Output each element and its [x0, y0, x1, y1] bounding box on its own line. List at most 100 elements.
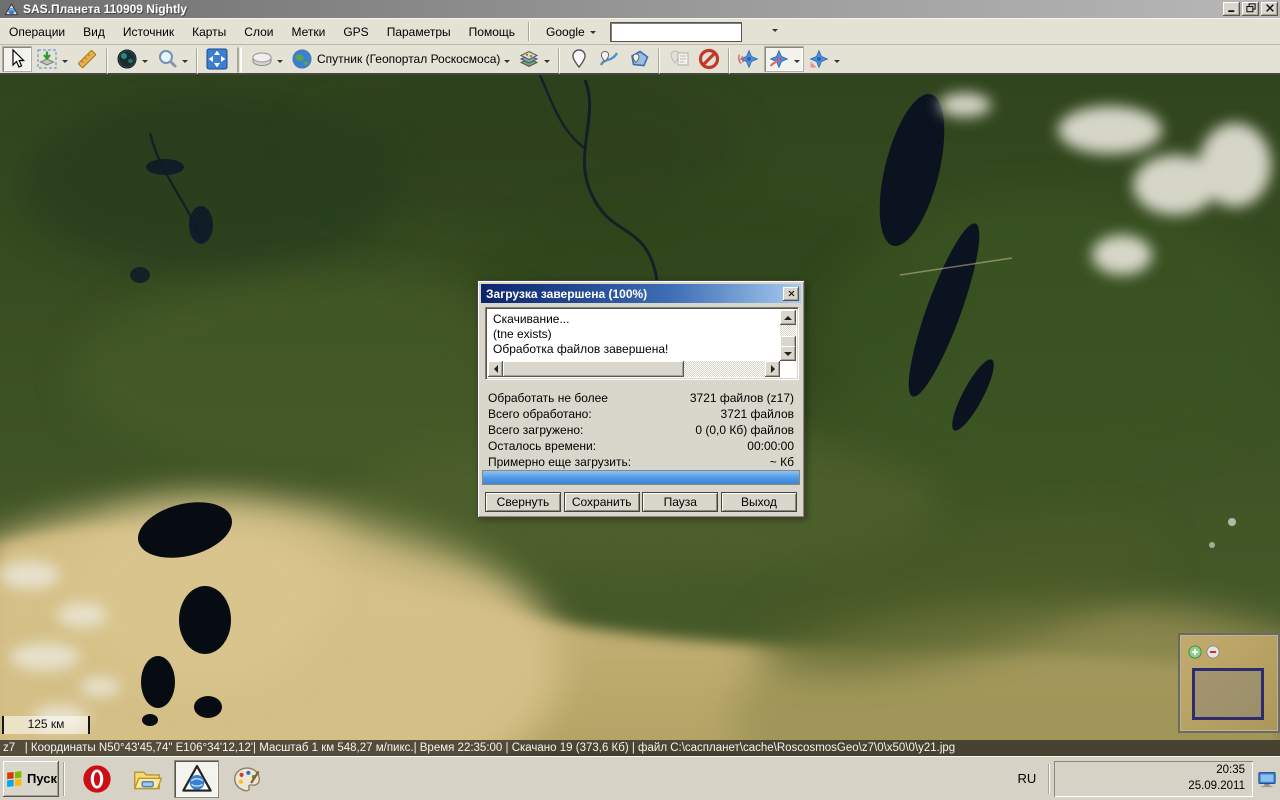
layers-icon [518, 48, 540, 70]
forbidden-button[interactable] [694, 46, 724, 72]
window-titlebar: SAS.Планета 110909 Nightly [0, 0, 1280, 18]
dialog-button[interactable]: Пауза [642, 492, 718, 512]
dialog-button[interactable]: Сохранить [564, 492, 640, 512]
chevron-down-icon [772, 29, 778, 35]
menu-items: ОперацииВидИсточникКартыСлоиМеткиGPSПара… [0, 19, 524, 44]
stat-row: Обработать не более 3721 файлов (z17) [488, 390, 794, 406]
placemark-button[interactable] [564, 46, 594, 72]
gps-track-button[interactable] [764, 46, 804, 72]
ruler-button[interactable] [72, 46, 102, 72]
toolbar-button[interactable] [196, 48, 198, 74]
menu-item[interactable]: Источник [114, 19, 183, 44]
menu-item[interactable]: Помощь [460, 19, 524, 44]
toolbar-button[interactable] [658, 48, 660, 74]
google-label: Google [546, 25, 585, 39]
layers-button[interactable] [514, 46, 554, 72]
start-button[interactable]: Пуск [3, 761, 59, 797]
stat-row: Всего обработано: 3721 файлов [488, 406, 794, 422]
menu-item[interactable]: Карты [183, 19, 235, 44]
minimize-button-icon[interactable] [1223, 2, 1240, 16]
menu-item[interactable]: Метки [282, 19, 334, 44]
download-log[interactable]: Скачивание...(tne exists)Обработка файло… [485, 307, 799, 380]
placemark-list-icon [668, 48, 690, 70]
restore-button[interactable] [1242, 2, 1259, 16]
download-dialog: Загрузка завершена (100%) Скачивание...(… [477, 280, 805, 518]
dark-globe-button[interactable] [112, 46, 152, 72]
app-icon[interactable] [4, 2, 19, 17]
scrollbar-thumb[interactable] [503, 361, 684, 377]
path-icon [598, 48, 620, 70]
dialog-titlebar[interactable]: Загрузка завершена (100%) [481, 284, 801, 303]
gps-signal-button[interactable] [734, 46, 764, 72]
chevron-down-icon [590, 31, 596, 37]
earth-button[interactable]: Спутник (Геопортал Роскосмоса) [287, 46, 514, 72]
tray-flag-button[interactable] [1086, 770, 1103, 787]
horizontal-scrollbar[interactable] [488, 361, 780, 377]
toolbar-button[interactable] [106, 48, 108, 74]
plug-button[interactable] [1110, 770, 1127, 787]
close-icon [1264, 2, 1276, 17]
progress-bar [482, 470, 800, 485]
chevron-up-button[interactable] [1062, 770, 1079, 787]
cursor-icon [6, 48, 28, 70]
folder-button[interactable] [124, 760, 169, 798]
path-button[interactable] [594, 46, 624, 72]
opera-button[interactable] [74, 760, 119, 798]
polygon-button[interactable] [624, 46, 654, 72]
minimap-zoom-in-icon[interactable] [1188, 645, 1202, 659]
show-desktop-icon[interactable] [1257, 769, 1277, 789]
gps-point-button[interactable] [804, 46, 844, 72]
system-tray: 20:35 25.09.2011 [1054, 761, 1253, 797]
minimap-viewport[interactable] [1192, 668, 1264, 720]
log-lines: Скачивание...(tne exists)Обработка файло… [489, 310, 780, 361]
close-button[interactable] [1261, 2, 1278, 16]
minimap-zoom-out-icon[interactable] [1206, 645, 1220, 659]
palette-button[interactable] [224, 760, 269, 798]
download-stats: Обработать не более 3721 файлов (z17) Вс… [488, 390, 794, 470]
palette-icon [232, 764, 262, 794]
quick-launch [69, 760, 269, 798]
dialog-button[interactable]: Свернуть [485, 492, 561, 512]
dialog-close-button[interactable] [783, 287, 799, 301]
fullscreen-button[interactable] [202, 46, 232, 72]
cursor-button[interactable] [2, 46, 32, 72]
minimap[interactable] [1178, 633, 1280, 733]
fullscreen-icon [206, 48, 228, 70]
cache-disk-button[interactable] [247, 46, 287, 72]
scroll-right-icon[interactable] [765, 361, 780, 377]
sas-planet-button[interactable] [174, 760, 219, 798]
google-engine-selector[interactable]: Google [540, 25, 602, 39]
menu-item[interactable]: Параметры [378, 19, 460, 44]
scroll-up-icon[interactable] [780, 310, 796, 325]
dialog-button[interactable]: Выход [721, 492, 797, 512]
vertical-scrollbar[interactable] [780, 310, 796, 361]
placemark-list-button[interactable] [664, 46, 694, 72]
scroll-down-icon[interactable] [780, 346, 796, 361]
zoom-icon [156, 48, 178, 70]
opera-icon [82, 764, 112, 794]
menu-item[interactable]: Вид [74, 19, 114, 44]
menu-item[interactable]: Слои [235, 19, 282, 44]
selection-layer-button[interactable] [32, 46, 72, 72]
cache-disk-icon [251, 48, 273, 70]
combo-drop-button[interactable] [772, 23, 778, 41]
tray-time: 20:35 [1188, 763, 1245, 779]
volume-button[interactable] [1158, 770, 1175, 787]
stat-row: Осталось времени: 00:00:00 [488, 438, 794, 454]
menu-item[interactable]: GPS [334, 19, 377, 44]
stat-row: Всего загружено: 0 (0,0 Кб) файлов [488, 422, 794, 438]
menu-item[interactable]: Операции [0, 19, 74, 44]
toolbar-button[interactable] [728, 48, 730, 74]
toolbar-button[interactable] [558, 48, 560, 74]
toolbar-button[interactable] [237, 47, 242, 73]
gps-point-icon [808, 48, 830, 70]
log-line: Скачивание... [493, 312, 776, 327]
scroll-left-icon[interactable] [488, 361, 503, 377]
selection-layer-icon [36, 48, 58, 70]
language-indicator[interactable]: RU [1018, 771, 1037, 786]
network-button[interactable] [1134, 770, 1151, 787]
restore-icon [1245, 2, 1257, 17]
zoom-button[interactable] [152, 46, 192, 72]
gps-signal-icon [738, 48, 760, 70]
search-input[interactable] [611, 23, 772, 41]
